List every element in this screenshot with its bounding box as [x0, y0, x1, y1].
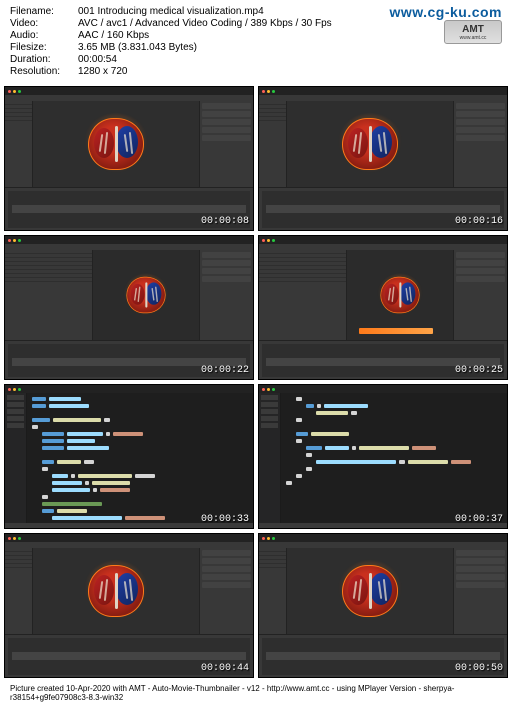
thumbnail[interactable]: 00:00:37: [258, 384, 508, 529]
resolution-label: Resolution:: [10, 66, 78, 77]
duration-label: Duration:: [10, 54, 78, 65]
filename-value: 001 Introducing medical visualization.mp…: [78, 6, 264, 17]
filename-label: Filename:: [10, 6, 78, 17]
thumbnail-timestamp: 00:00:50: [455, 663, 503, 674]
watermark-url: www.cg-ku.com: [389, 4, 502, 20]
thumbnail-timestamp: 00:00:25: [455, 365, 503, 376]
audio-label: Audio:: [10, 30, 78, 41]
thumbnail-timestamp: 00:00:37: [455, 514, 503, 525]
watermark-logo-text: AMT: [462, 24, 484, 35]
resolution-value: 1280 x 720: [78, 66, 128, 77]
duration-value: 00:00:54: [78, 54, 117, 65]
filesize-label: Filesize:: [10, 42, 78, 53]
progress-bar: [359, 328, 433, 334]
thumbnail-grid: 00:00:08 00:00:16 00:00:22: [0, 84, 512, 680]
watermark-logo: AMT www.amt.cc: [444, 20, 502, 44]
thumbnail[interactable]: 00:00:16: [258, 86, 508, 231]
thumbnail[interactable]: 00:00:44: [4, 533, 254, 678]
audio-value: AAC / 160 Kbps: [78, 30, 149, 41]
thumbnail-timestamp: 00:00:08: [201, 216, 249, 227]
footer-credit: Picture created 10-Apr-2020 with AMT - A…: [0, 680, 512, 706]
thumbnail-timestamp: 00:00:44: [201, 663, 249, 674]
video-value: AVC / avc1 / Advanced Video Coding / 389…: [78, 18, 332, 29]
thumbnail[interactable]: 00:00:25: [258, 235, 508, 380]
thumbnail-timestamp: 00:00:16: [455, 216, 503, 227]
thumbnail-timestamp: 00:00:33: [201, 514, 249, 525]
thumbnail[interactable]: 00:00:08: [4, 86, 254, 231]
thumbnail[interactable]: 00:00:22: [4, 235, 254, 380]
thumbnail-timestamp: 00:00:22: [201, 365, 249, 376]
filesize-value: 3.65 MB (3.831.043 Bytes): [78, 42, 197, 53]
thumbnail[interactable]: 00:00:33: [4, 384, 254, 529]
video-label: Video:: [10, 18, 78, 29]
watermark-logo-sub: www.amt.cc: [460, 35, 487, 41]
thumbnail[interactable]: 00:00:50: [258, 533, 508, 678]
metadata-panel: www.cg-ku.com AMT www.amt.cc Filename:00…: [0, 0, 512, 84]
